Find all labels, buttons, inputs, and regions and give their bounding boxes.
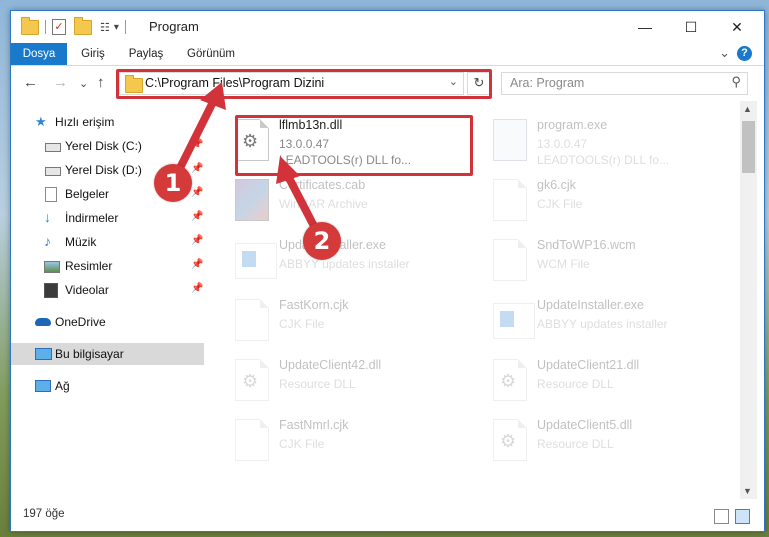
arrow-1 — [174, 82, 226, 176]
arrow-2 — [276, 156, 320, 234]
step-2-badge: 2 — [303, 222, 341, 260]
annotation-overlay — [174, 82, 320, 234]
step-1-badge: 1 — [154, 164, 192, 202]
